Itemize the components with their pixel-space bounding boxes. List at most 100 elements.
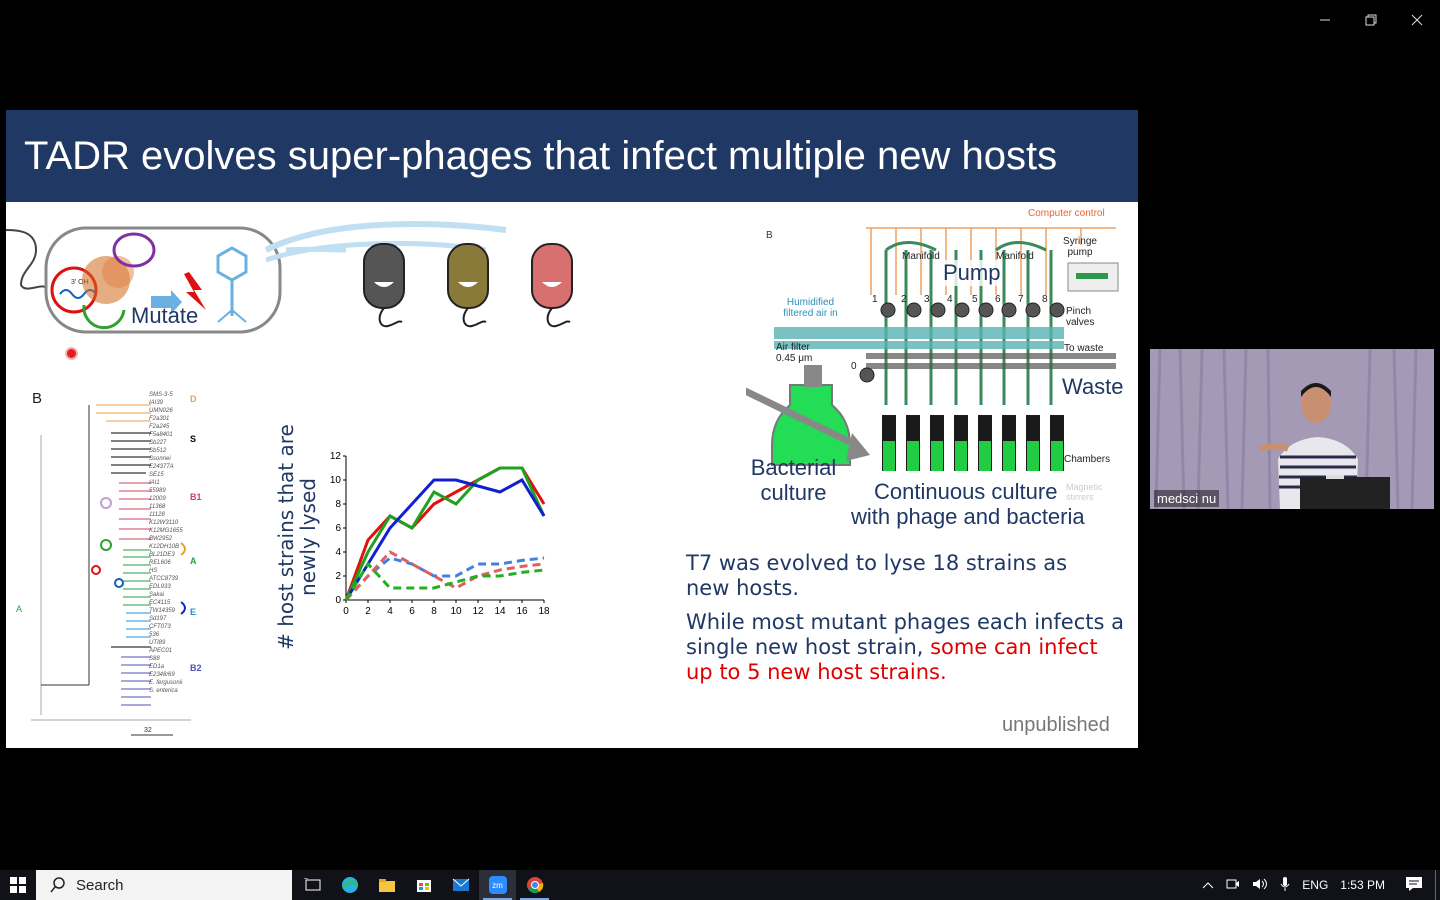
tree-leaf: K12W3110 xyxy=(149,520,179,526)
bacterium-1 xyxy=(363,243,405,328)
folder-icon xyxy=(378,879,395,892)
slide-title: TADR evolves super-phages that infect mu… xyxy=(24,134,1058,178)
magnetic-stirrers-label: Magnetic stirrers xyxy=(1066,482,1103,502)
zoom-icon: zm xyxy=(488,876,507,894)
tree-leaf: BL21DE3 xyxy=(149,552,175,558)
tree-leaf: SE15 xyxy=(149,472,164,478)
minimize-button[interactable] xyxy=(1302,0,1348,40)
series-line xyxy=(344,466,546,601)
participant-video[interactable]: medsci nu xyxy=(1150,349,1434,509)
restore-button[interactable] xyxy=(1348,0,1394,40)
tree-root-label: A xyxy=(16,604,23,614)
tree-leaf: EDL933 xyxy=(149,584,171,590)
tree-leaf: APEC01 xyxy=(149,648,173,654)
close-icon xyxy=(1411,14,1423,26)
show-desktop-button[interactable] xyxy=(1435,870,1436,900)
y-tick-label: 10 xyxy=(330,475,342,486)
tree-leaf: TW14359 xyxy=(149,608,176,614)
tree-group-label: D xyxy=(190,394,197,404)
x-tick-label: 0 xyxy=(343,606,349,617)
x-tick-label: 16 xyxy=(516,606,528,617)
close-button[interactable] xyxy=(1394,0,1440,40)
x-tick-label: 12 xyxy=(472,606,484,617)
notifications-button[interactable] xyxy=(1405,876,1423,895)
task-view-icon xyxy=(303,878,320,891)
tree-leaf: UTI89 xyxy=(149,640,166,646)
x-tick-label: 2 xyxy=(365,606,371,617)
tree-leaf: F2a245 xyxy=(149,424,170,430)
chrome-icon xyxy=(526,877,543,894)
tree-group-label: E xyxy=(190,607,197,617)
tree-scale-label: 32 xyxy=(144,727,152,734)
language-indicator[interactable]: ENG xyxy=(1302,878,1328,892)
microphone-icon xyxy=(1280,876,1290,891)
tree-leaf: CFT073 xyxy=(149,624,171,630)
edge-button[interactable] xyxy=(331,870,368,900)
taskbar: Search zm ENG 1:53 PM xyxy=(0,870,1440,900)
zoom-button[interactable]: zm xyxy=(479,870,516,900)
microphone-button[interactable] xyxy=(1280,876,1290,894)
laser-pointer xyxy=(65,347,78,360)
air-filter-label: Air filter 0.45 μm xyxy=(776,342,813,364)
tree-leaf: 11128 xyxy=(149,512,165,518)
tree-leaf: S. enterica xyxy=(149,688,178,694)
chevron-up-icon xyxy=(1202,882,1214,889)
tree-leaf: BW2952 xyxy=(149,536,173,542)
tree-leaf: HS xyxy=(149,568,158,574)
x-tick-label: 8 xyxy=(431,606,437,617)
store-button[interactable] xyxy=(405,870,442,900)
x-tick-label: 4 xyxy=(387,606,393,617)
y-tick-label: 4 xyxy=(335,547,341,558)
task-view-button[interactable] xyxy=(294,870,331,900)
tree-leaf: Ssonnei xyxy=(149,456,171,462)
meet-now-button[interactable] xyxy=(1226,878,1240,893)
tree-leaf: 11368 xyxy=(149,504,166,510)
chrome-button[interactable] xyxy=(516,870,553,900)
bacterial-culture-label: Bacterial culture xyxy=(750,455,837,505)
tree-leaf: EC4115 xyxy=(149,600,171,606)
volume-button[interactable] xyxy=(1252,878,1268,893)
mail-button[interactable] xyxy=(442,870,479,900)
file-explorer-button[interactable] xyxy=(368,870,405,900)
y-tick-label: 6 xyxy=(335,523,341,534)
presentation-slide: TADR evolves super-phages that infect mu… xyxy=(6,110,1138,748)
tree-leaf: Sb227 xyxy=(149,440,167,446)
camera-icon xyxy=(1226,879,1240,888)
tree-leaf: SMS-3-5 xyxy=(149,392,173,398)
tree-leaf: ED1a xyxy=(149,664,165,670)
tree-leaf: E2348/69 xyxy=(149,672,175,678)
tree-leaf: F2a301 xyxy=(149,416,170,422)
x-tick-label: 10 xyxy=(450,606,462,617)
clock[interactable]: 1:53 PM xyxy=(1340,878,1385,892)
valve-number: 3 xyxy=(924,294,930,305)
minimize-icon xyxy=(1320,19,1330,21)
y-tick-label: 2 xyxy=(335,571,341,582)
line-chart: 0 2 4 6 8 10 12 0 2 4 6 8 10 12 14 16 18 xyxy=(330,451,550,617)
y-tick-label: 0 xyxy=(335,595,341,606)
series-line xyxy=(344,556,545,602)
tray-chevron-button[interactable] xyxy=(1202,878,1214,892)
phylogenetic-tree xyxy=(31,404,191,736)
with-phage-label: with phage and bacteria xyxy=(851,504,1085,529)
tree-leaf: REL606 xyxy=(149,560,171,566)
start-button[interactable] xyxy=(0,870,36,900)
bacterium-2 xyxy=(447,243,489,328)
taskbar-search[interactable]: Search xyxy=(36,870,292,900)
edge-icon xyxy=(341,877,358,893)
x-tick-label: 6 xyxy=(409,606,415,617)
computer-control-label: Computer control xyxy=(1028,208,1105,219)
tree-leaf: Sakai xyxy=(149,592,165,598)
pump-label: Pump xyxy=(943,260,1001,286)
tree-leaf: Sd197 xyxy=(149,616,167,622)
tree-leaf: E24377A xyxy=(149,464,174,470)
tree-group-label: A xyxy=(190,556,197,566)
y-tick-label: 12 xyxy=(330,451,342,462)
continuous-culture-label: Continuous culture xyxy=(874,479,1058,505)
manifold-label-1: Manifold xyxy=(902,251,940,262)
store-icon xyxy=(416,880,431,892)
tree-leaf: IAI39 xyxy=(149,400,164,406)
ylabel-line-1: # host strains that are xyxy=(274,424,298,650)
valve-number: 1 xyxy=(872,294,878,305)
restore-icon xyxy=(1365,14,1377,26)
chambers-label: Chambers xyxy=(1064,454,1111,465)
